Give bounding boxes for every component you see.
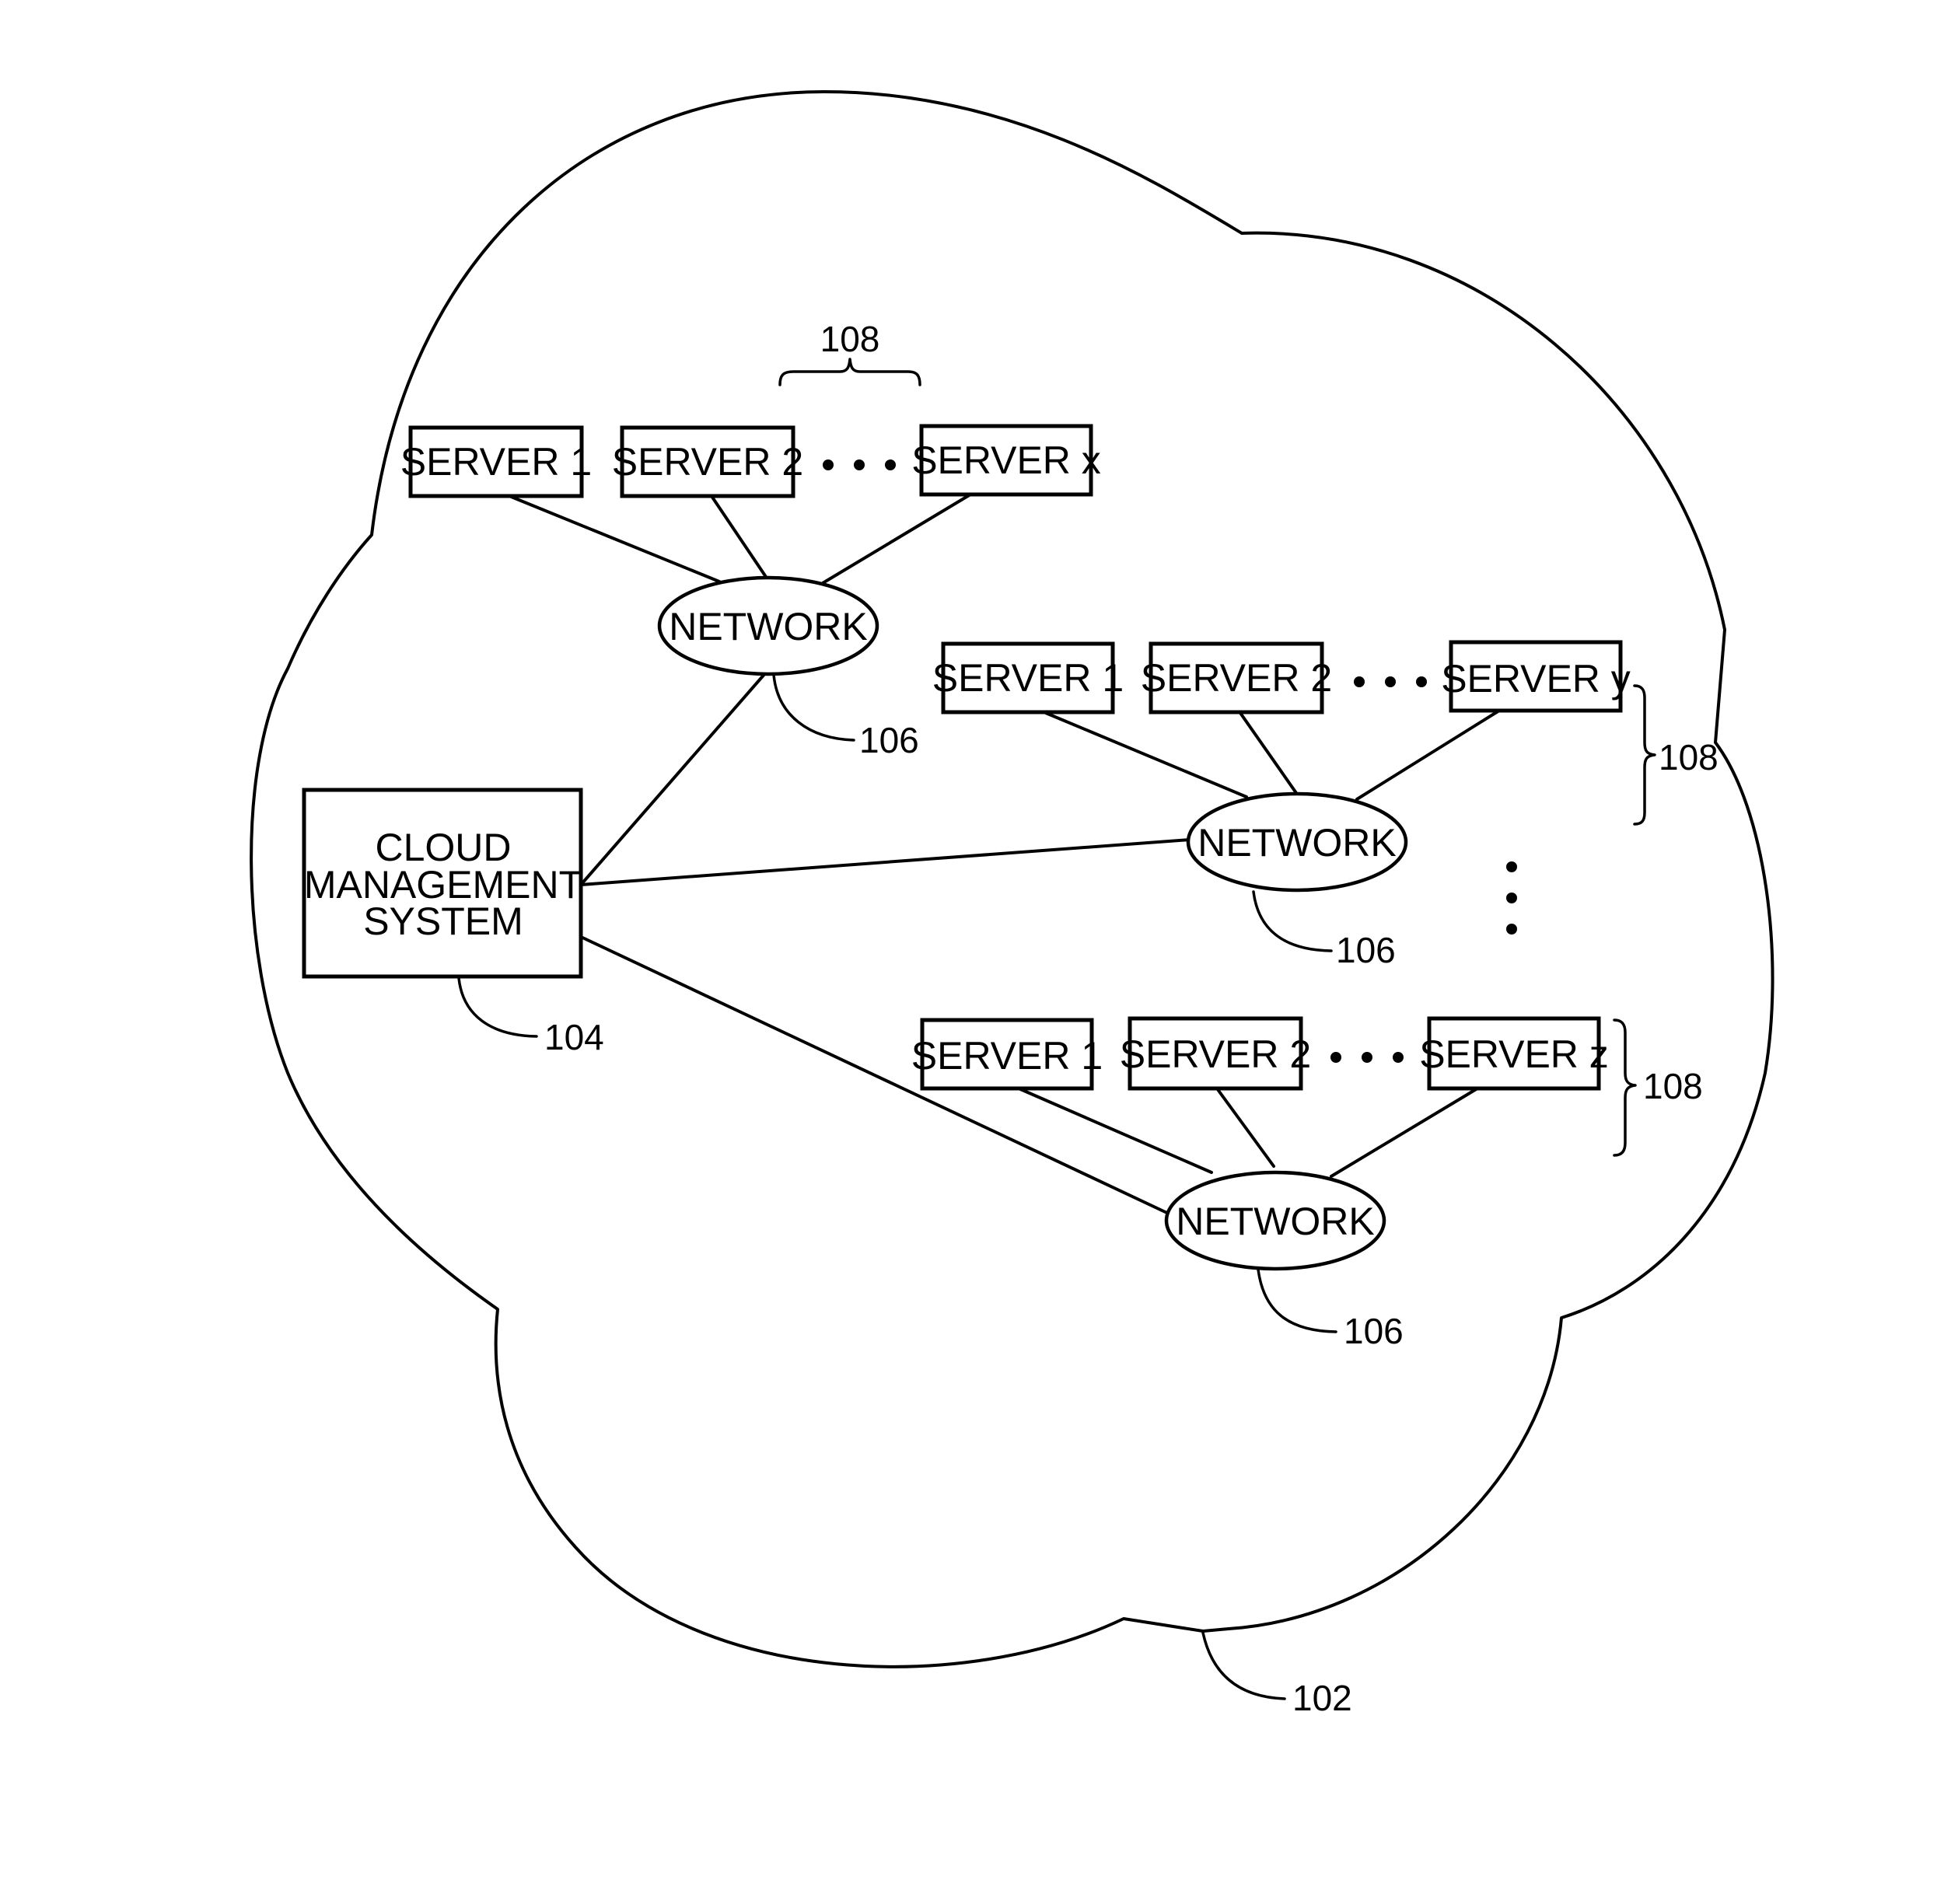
server-box[interactable]: SERVER y: [1441, 640, 1631, 713]
ellipsis-vertical: [1506, 861, 1517, 935]
group-brace: [1633, 684, 1656, 826]
server-box[interactable]: SERVER z: [1419, 1016, 1609, 1091]
cloud-ref-leader: [1201, 1631, 1286, 1700]
link-g2-s2: [1239, 711, 1298, 795]
link-g3-sz: [1330, 1087, 1479, 1178]
network-label: NETWORK: [1198, 821, 1397, 865]
link-cms-network-1: [579, 671, 767, 886]
server-label: SERVER y: [1441, 657, 1631, 700]
ellipsis-horizontal: [823, 459, 896, 470]
link-g3-s1: [1017, 1087, 1213, 1174]
cloud-computing-diagram: 102 CLOUD MANAGEMENT SYSTEM 104 SERVER 1…: [250, 90, 1774, 1718]
cms-ref-label: 104: [544, 1017, 604, 1057]
cms-label-line-3: SYSTEM: [363, 900, 523, 943]
cms-ref-leader: [457, 976, 538, 1038]
network-ref-leader: [1252, 890, 1333, 952]
server-box[interactable]: SERVER x: [911, 424, 1101, 497]
server-label: SERVER z: [1419, 1032, 1609, 1076]
server-label: SERVER 2: [612, 440, 803, 484]
network-ref-label: 106: [1336, 930, 1396, 970]
group-ref-label: 108: [820, 319, 880, 359]
server-box[interactable]: SERVER 2: [1120, 1016, 1311, 1091]
ellipsis-horizontal: [1354, 676, 1427, 687]
server-group-3: SERVER 1 SERVER 2 SERVER z 108 NETWORK 1…: [911, 1016, 1703, 1351]
link-g2-s1: [1040, 710, 1248, 798]
cloud-management-system[interactable]: CLOUD MANAGEMENT SYSTEM: [302, 788, 583, 979]
group-ref-label: 108: [1659, 737, 1718, 777]
network-ref-leader: [772, 673, 855, 742]
network-node[interactable]: NETWORK: [1186, 791, 1408, 893]
cloud-ref-label: 102: [1292, 1678, 1352, 1718]
link-g1-s2: [710, 494, 767, 578]
ellipsis-horizontal: [1330, 1052, 1404, 1063]
link-g1-s1: [508, 494, 721, 583]
network-ref-label: 106: [1344, 1311, 1404, 1351]
server-label: SERVER 1: [932, 656, 1124, 700]
network-node[interactable]: NETWORK: [1164, 1170, 1386, 1271]
group-ref-label: 108: [1643, 1066, 1703, 1106]
server-box[interactable]: SERVER 1: [911, 1018, 1103, 1091]
link-g3-s2: [1215, 1087, 1275, 1168]
network-ref-label: 106: [859, 720, 919, 760]
link-g2-sy: [1355, 709, 1501, 801]
server-box[interactable]: SERVER 1: [932, 641, 1124, 714]
network-label: NETWORK: [669, 605, 868, 648]
link-cms-network-2: [579, 838, 1191, 886]
server-label: SERVER 1: [911, 1034, 1103, 1078]
group-brace: [1613, 1018, 1637, 1157]
server-label: SERVER x: [911, 438, 1101, 482]
server-box[interactable]: SERVER 2: [612, 425, 803, 498]
server-label: SERVER 2: [1120, 1032, 1311, 1076]
server-box[interactable]: SERVER 2: [1141, 641, 1332, 714]
server-box[interactable]: SERVER 1: [400, 425, 592, 498]
network-label: NETWORK: [1176, 1200, 1375, 1243]
network-ref-leader: [1257, 1268, 1337, 1333]
network-node[interactable]: NETWORK: [657, 575, 879, 676]
server-label: SERVER 1: [400, 440, 592, 484]
server-group-2: SERVER 1 SERVER 2 SERVER y 108 NETWORK 1…: [932, 640, 1718, 970]
server-label: SERVER 2: [1141, 656, 1332, 700]
link-g1-sx: [821, 493, 972, 585]
group-brace: [778, 358, 921, 386]
